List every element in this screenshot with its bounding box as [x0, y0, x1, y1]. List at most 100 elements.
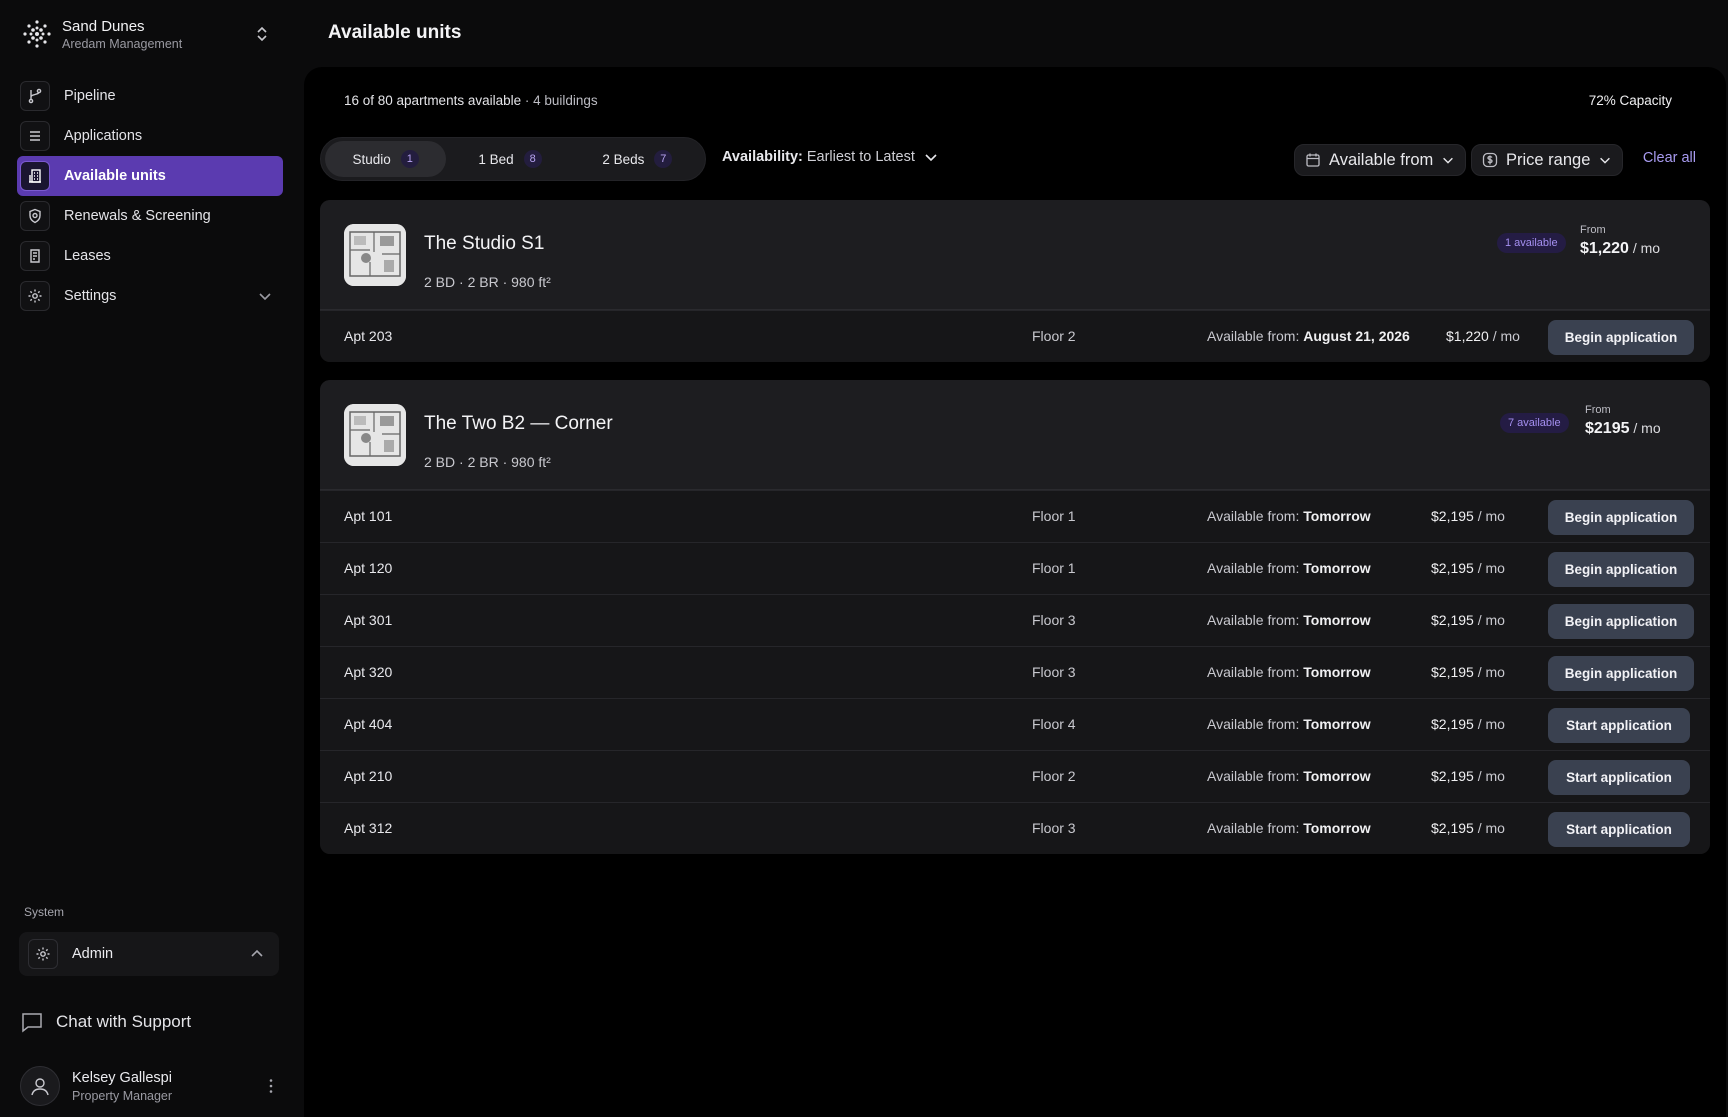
buildings-count: · 4 buildings [524, 93, 598, 108]
start-application-button[interactable]: Start application [1548, 708, 1690, 743]
unit-type-tabs: Studio 1 1 Bed 8 2 Beds 7 [320, 137, 706, 181]
from-label: From [1585, 404, 1611, 416]
begin-application-button[interactable]: Begin application [1548, 500, 1694, 535]
clear-all-button[interactable]: Clear all [1643, 150, 1696, 166]
admin-label: Admin [72, 946, 114, 962]
floorplan-title: The Studio S1 [424, 233, 545, 254]
begin-application-button[interactable]: Begin application [1548, 656, 1694, 691]
sort-dropdown[interactable]: Availability: Earliest to Latest [722, 149, 939, 165]
from-price: $2195 [1585, 420, 1630, 437]
gear-icon [20, 281, 50, 311]
floor-label: Floor 3 [1032, 612, 1076, 628]
unit-price: $2,195 / mo [1431, 664, 1505, 680]
document-icon [20, 241, 50, 271]
from-label: From [1580, 224, 1606, 236]
availability-date: Available from: Tomorrow [1207, 664, 1371, 680]
floor-label: Floor 4 [1032, 716, 1076, 732]
begin-application-button[interactable]: Begin application [1548, 552, 1694, 587]
sidebar-item-label: Available units [64, 168, 166, 184]
unit-price: $2,195 / mo [1431, 612, 1505, 628]
availability-date: Available from: Tomorrow [1207, 820, 1371, 836]
more-vertical-icon[interactable] [262, 1077, 280, 1095]
tab-count: 1 [400, 150, 419, 168]
starting-price: From $2195 / mo [1585, 404, 1661, 438]
sidebar-item-settings[interactable]: Settings [17, 276, 283, 316]
admin-menu[interactable]: Admin [19, 932, 279, 976]
available-from-filter[interactable]: Available from [1294, 144, 1467, 176]
user-profile[interactable]: Kelsey Gallespi Property Manager [20, 1065, 280, 1107]
chevron-down-icon [1600, 157, 1611, 164]
price-range-filter[interactable]: Price range [1471, 144, 1624, 176]
unit-price: $2,195 / mo [1431, 716, 1505, 732]
sort-value: Earliest to Latest [806, 149, 915, 165]
floor-label: Floor 2 [1032, 328, 1076, 344]
start-application-button[interactable]: Start application [1548, 760, 1690, 795]
apartments-count: 16 of 80 apartments available [344, 93, 522, 108]
tab-1-bed[interactable]: 1 Bed 8 [446, 141, 573, 177]
sidebar-item-label: Settings [64, 288, 117, 304]
chevron-up-icon[interactable] [249, 946, 265, 962]
chevrons-updown-icon[interactable] [252, 24, 272, 44]
floorplan-group: The Studio S1 2 BD · 2 BR · 980 ft² 1 av… [320, 200, 1710, 362]
unit-row: Apt 320 Floor 3 Available from: Tomorrow… [320, 646, 1710, 698]
apartment-number: Apt 404 [344, 716, 393, 732]
begin-application-button[interactable]: Begin application [1548, 320, 1694, 355]
sidebar-item-leases[interactable]: Leases [17, 236, 283, 276]
sidebar-item-applications[interactable]: Applications [17, 116, 283, 156]
floor-label: Floor 3 [1032, 820, 1076, 836]
availability-date: Available from: Tomorrow [1207, 508, 1371, 524]
apartment-number: Apt 210 [344, 768, 393, 784]
starting-price: From $1,220 / mo [1580, 224, 1660, 258]
capacity-indicator: 72% Capacity [1588, 93, 1672, 108]
unit-price: $2,195 / mo [1431, 508, 1505, 524]
start-application-button[interactable]: Start application [1548, 812, 1690, 847]
begin-application-button[interactable]: Begin application [1548, 604, 1694, 639]
floorplan-thumbnail [344, 404, 406, 466]
available-count-badge: 1 available [1497, 233, 1566, 253]
floorplan-thumbnail [344, 224, 406, 286]
sidebar-nav: Pipeline Applications Available units Re… [17, 76, 283, 316]
chevron-down-icon[interactable] [257, 288, 273, 304]
unit-row: Apt 203 Floor 2 Available from: August 2… [320, 310, 1710, 362]
apartment-number: Apt 101 [344, 508, 393, 524]
sidebar-item-renewals-screening[interactable]: Renewals & Screening [17, 196, 283, 236]
unit-row: Apt 101 Floor 1 Available from: Tomorrow… [320, 490, 1710, 542]
sidebar-item-available-units[interactable]: Available units [17, 156, 283, 196]
branch-icon [20, 81, 50, 111]
sidebar-item-pipeline[interactable]: Pipeline [17, 76, 283, 116]
floorplan-header[interactable]: The Two B2 — Corner 2 BD · 2 BR · 980 ft… [320, 380, 1710, 490]
avatar [20, 1066, 60, 1106]
floorplan-meta: 2 BD · 2 BR · 980 ft² [424, 274, 551, 290]
org-switcher[interactable]: Sand Dunes Aredam Management [22, 14, 272, 54]
apartment-number: Apt 120 [344, 560, 393, 576]
tab-count: 8 [523, 150, 542, 168]
org-subtitle: Aredam Management [62, 36, 183, 51]
available-count-badge: 7 available [1500, 413, 1569, 433]
unit-price: $1,220 / mo [1446, 328, 1520, 344]
user-name: Kelsey Gallespi [72, 1069, 172, 1086]
floorplan-group: The Two B2 — Corner 2 BD · 2 BR · 980 ft… [320, 380, 1710, 854]
unit-row: Apt 120 Floor 1 Available from: Tomorrow… [320, 542, 1710, 594]
dollar-icon [1482, 152, 1498, 168]
availability-date: Available from: Tomorrow [1207, 716, 1371, 732]
chat-support-link[interactable]: Chat with Support [20, 1010, 191, 1034]
sidebar: Sand Dunes Aredam Management Pipeline Ap… [0, 0, 304, 1117]
chevron-down-icon [925, 154, 937, 162]
floor-label: Floor 2 [1032, 768, 1076, 784]
apartment-number: Apt 320 [344, 664, 393, 680]
unit-row: Apt 404 Floor 4 Available from: Tomorrow… [320, 698, 1710, 750]
availability-summary: 16 of 80 apartments available · 4 buildi… [344, 93, 598, 108]
availability-date: Available from: August 21, 2026 [1207, 328, 1410, 344]
from-unit: / mo [1629, 420, 1661, 436]
tab-2-beds[interactable]: 2 Beds 7 [574, 141, 701, 177]
unit-row: Apt 301 Floor 3 Available from: Tomorrow… [320, 594, 1710, 646]
floor-label: Floor 3 [1032, 664, 1076, 680]
tab-label: Studio [352, 151, 391, 167]
floorplan-header[interactable]: The Studio S1 2 BD · 2 BR · 980 ft² 1 av… [320, 200, 1710, 310]
floor-label: Floor 1 [1032, 508, 1076, 524]
tab-label: 1 Bed [478, 151, 514, 167]
unit-row: Apt 210 Floor 2 Available from: Tomorrow… [320, 750, 1710, 802]
gear-icon [28, 939, 58, 969]
tab-studio[interactable]: Studio 1 [325, 141, 447, 177]
tab-label: 2 Beds [602, 151, 645, 167]
